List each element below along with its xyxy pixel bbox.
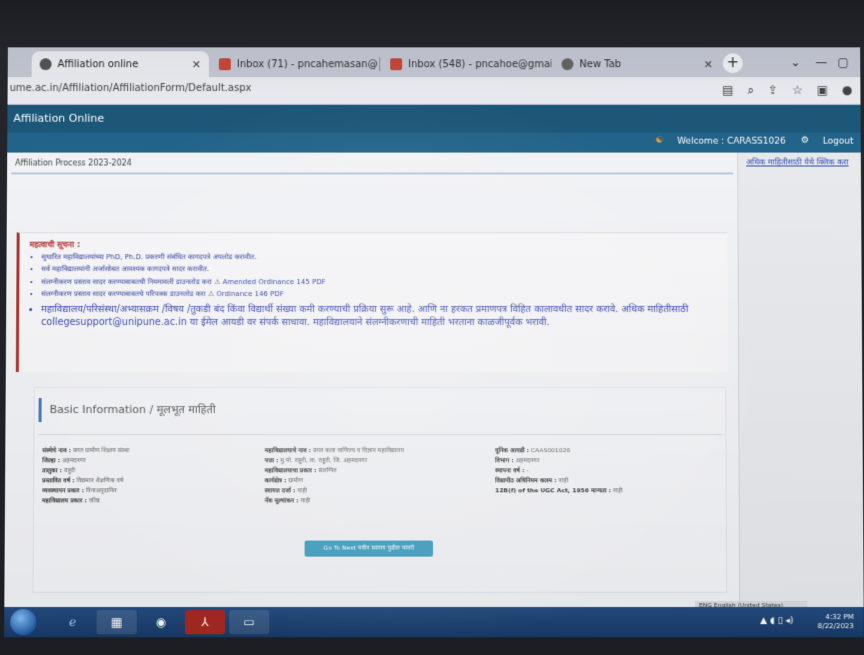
site-header: Affiliation Online (7, 104, 861, 133)
minimize-icon[interactable]: — (812, 55, 830, 71)
browser-tab-inbox-2[interactable]: Inbox (548) - pncahoe@gmail ✕ (382, 51, 552, 77)
pdf-reader-icon[interactable]: ⅄ (184, 610, 226, 635)
file-explorer-icon[interactable]: ▦ (96, 610, 137, 635)
settings-gear-icon[interactable]: ⚙ (801, 136, 809, 146)
zoom-icon[interactable]: ⌕ (747, 83, 754, 98)
translate-icon[interactable]: ▤ (722, 83, 733, 98)
close-tab-icon[interactable]: ✕ (704, 58, 713, 71)
info-row: विभाग : अहमदनगर (495, 457, 540, 465)
info-row: महाविद्यालयाचा प्रकार : संलग्नित (264, 467, 337, 475)
info-row: संस्थेचे नाव : प्रगत ग्रामीण शिक्षण संस्… (42, 447, 130, 455)
info-column-right: युनिक आयडी : CAAS001026 विभाग : अहमदनगर … (495, 446, 724, 496)
notice-title: महत्वाची सूचना : (29, 240, 81, 250)
warning-icon: ⚠ (207, 290, 215, 299)
sidebar-icon[interactable]: ▣ (817, 83, 828, 98)
tab-title: Inbox (548) - pncahoe@gmail (408, 58, 552, 70)
globe-icon (561, 58, 574, 71)
download-link[interactable]: Ordinance 146 PDF (216, 290, 283, 298)
tab-title: New Tab (579, 58, 622, 70)
info-row: तालुका : राहुरी (42, 467, 76, 475)
gmail-icon (390, 58, 403, 71)
page-breadcrumb: Affiliation Process 2023-2024 (15, 158, 132, 168)
basic-info-heading: Basic Information / मूलभूत माहिती (38, 398, 216, 423)
important-notice-box: महत्वाची सूचना : सुधारित महाविद्यालयांच्… (15, 232, 729, 373)
welcome-text: Welcome : CARASS1026 (677, 136, 786, 147)
close-tab-icon[interactable]: ✕ (192, 58, 201, 71)
info-row: पत्ता : मु.पो. राहुरी, ता. राहुरी, जि. अ… (264, 457, 368, 465)
info-column-middle: महाविद्यालयाचे नाव : प्रगत कला वाणिज्य व… (265, 446, 486, 506)
notification-icon[interactable]: ☯ (655, 136, 663, 146)
info-row: नॅक मूल्यांकन : नाही (264, 497, 311, 505)
windows-taskbar: ℯ ▦ ◉ ⅄ ▭ ▲ ◖ ▯ ◂) 4:32 PM 8/22/2023 (4, 606, 864, 638)
section-divider (38, 434, 724, 436)
browser-tab-new[interactable]: New Tab ✕ (553, 51, 720, 77)
info-row: जिल्हा : अहमदनगर (42, 457, 86, 465)
tab-title: Affiliation online (57, 58, 139, 70)
info-row: प्रस्तावित वर्ष : विद्यमान शैक्षणिक वर्ष (42, 477, 124, 485)
info-column-left: संस्थेचे नाव : प्रगत ग्रामीण शिक्षण संस्… (42, 446, 253, 506)
title-divider (11, 172, 734, 175)
start-button[interactable] (10, 609, 37, 636)
browser-tab-inbox-1[interactable]: Inbox (71) - pncahemasan@gm ✕ (211, 51, 378, 77)
notice-list: सुधारित महाविद्यालयांच्या PhD, Ph.D. प्र… (41, 253, 721, 332)
bookmark-star-icon[interactable]: ☆ (792, 83, 803, 98)
folder-icon[interactable]: ▭ (229, 610, 270, 635)
gmail-icon (218, 58, 231, 71)
main-content: Affiliation Process 2023-2024 अधिक माहित… (4, 152, 864, 607)
tab-divider (379, 57, 381, 72)
notice-item-important: महाविद्यालय/परिसंस्था/अभ्यासक्रम /विषय /… (41, 303, 721, 329)
system-tray-icons[interactable]: ▲ ◖ ▯ ◂) (760, 616, 793, 626)
info-row: व्यवस्थापन प्रकार : विनाअनुदानित (42, 487, 117, 495)
site-title: Affiliation Online (13, 111, 105, 125)
share-icon[interactable]: ⇪ (768, 83, 778, 98)
user-bar: ☯ Welcome : CARASS1026 ⚙ Logout (7, 132, 861, 153)
clock[interactable]: 4:32 PM 8/22/2023 (818, 613, 854, 631)
info-row: स्थापना वर्ष : - (495, 467, 529, 475)
right-sidebar-link[interactable]: अधिक माहितीसाठी येथे क्लिक करा (746, 157, 848, 168)
profile-dropdown-icon[interactable]: ⌄ (786, 55, 804, 71)
tab-title: Inbox (71) - pncahemasan@gm (236, 58, 379, 70)
address-bar: ume.ac.in/Affiliation/AffiliationForm/De… (7, 77, 861, 105)
info-row: महाविद्यालय प्रकार : वरिष्ठ (42, 497, 100, 505)
clock-time: 4:32 PM (825, 613, 854, 622)
clock-date: 8/22/2023 (817, 622, 854, 631)
info-row: स्वायत्त दर्जा : नाही (264, 487, 307, 495)
info-row: 12B(f) of the UGC Act, 1956 मान्यता : ना… (495, 487, 623, 495)
monitor-screen: Affiliation online ✕ Inbox (71) - pncahe… (4, 47, 864, 638)
browser-tab-affiliation[interactable]: Affiliation online ✕ (31, 51, 209, 78)
info-row: विद्यापीठ अधिनियम कलम : नाही (495, 477, 569, 485)
notice-item: सुधारित महाविद्यालयांच्या PhD, Ph.D. प्र… (41, 253, 720, 262)
info-row: कार्यक्षेत्र : ग्रामीण (264, 477, 303, 485)
info-row: महाविद्यालयाचे नाव : प्रगत कला वाणिज्य व… (264, 447, 404, 455)
proceed-button[interactable]: Go To Next नवीन प्रस्ताव पुढील पायरी (304, 540, 433, 557)
right-sidebar: अधिक माहितीसाठी येथे क्लिक करा (737, 152, 864, 607)
maximize-icon[interactable]: ▢ (834, 55, 852, 71)
basic-information-panel: Basic Information / मूलभूत माहिती संस्थे… (32, 387, 728, 593)
warning-icon: ⚠ (214, 277, 221, 286)
internet-explorer-icon[interactable]: ℯ (52, 610, 92, 634)
url-field[interactable]: ume.ac.in/Affiliation/AffiliationForm/De… (10, 83, 252, 94)
browser-tab-bar: Affiliation online ✕ Inbox (71) - pncahe… (7, 47, 861, 78)
notice-item: सर्व महाविद्यालयांनी अर्जासोबत आवश्यक का… (41, 266, 720, 275)
notice-item: संलग्नीकरण प्रस्ताव सादर करण्याबाबतची नि… (41, 278, 720, 287)
profile-avatar-icon[interactable]: ● (842, 83, 853, 98)
info-row: युनिक आयडी : CAAS001026 (495, 447, 571, 455)
new-tab-button[interactable]: + (722, 53, 743, 74)
chrome-icon[interactable]: ◉ (141, 610, 181, 634)
notice-item: संलग्नीकरण प्रस्ताव सादर करण्याबाबतचे पर… (41, 290, 721, 299)
globe-icon (39, 58, 52, 71)
download-link[interactable]: Amended Ordinance 145 PDF (223, 278, 326, 286)
photo-background: Affiliation online ✕ Inbox (71) - pncahe… (0, 0, 864, 655)
logout-link[interactable]: Logout (823, 137, 854, 147)
